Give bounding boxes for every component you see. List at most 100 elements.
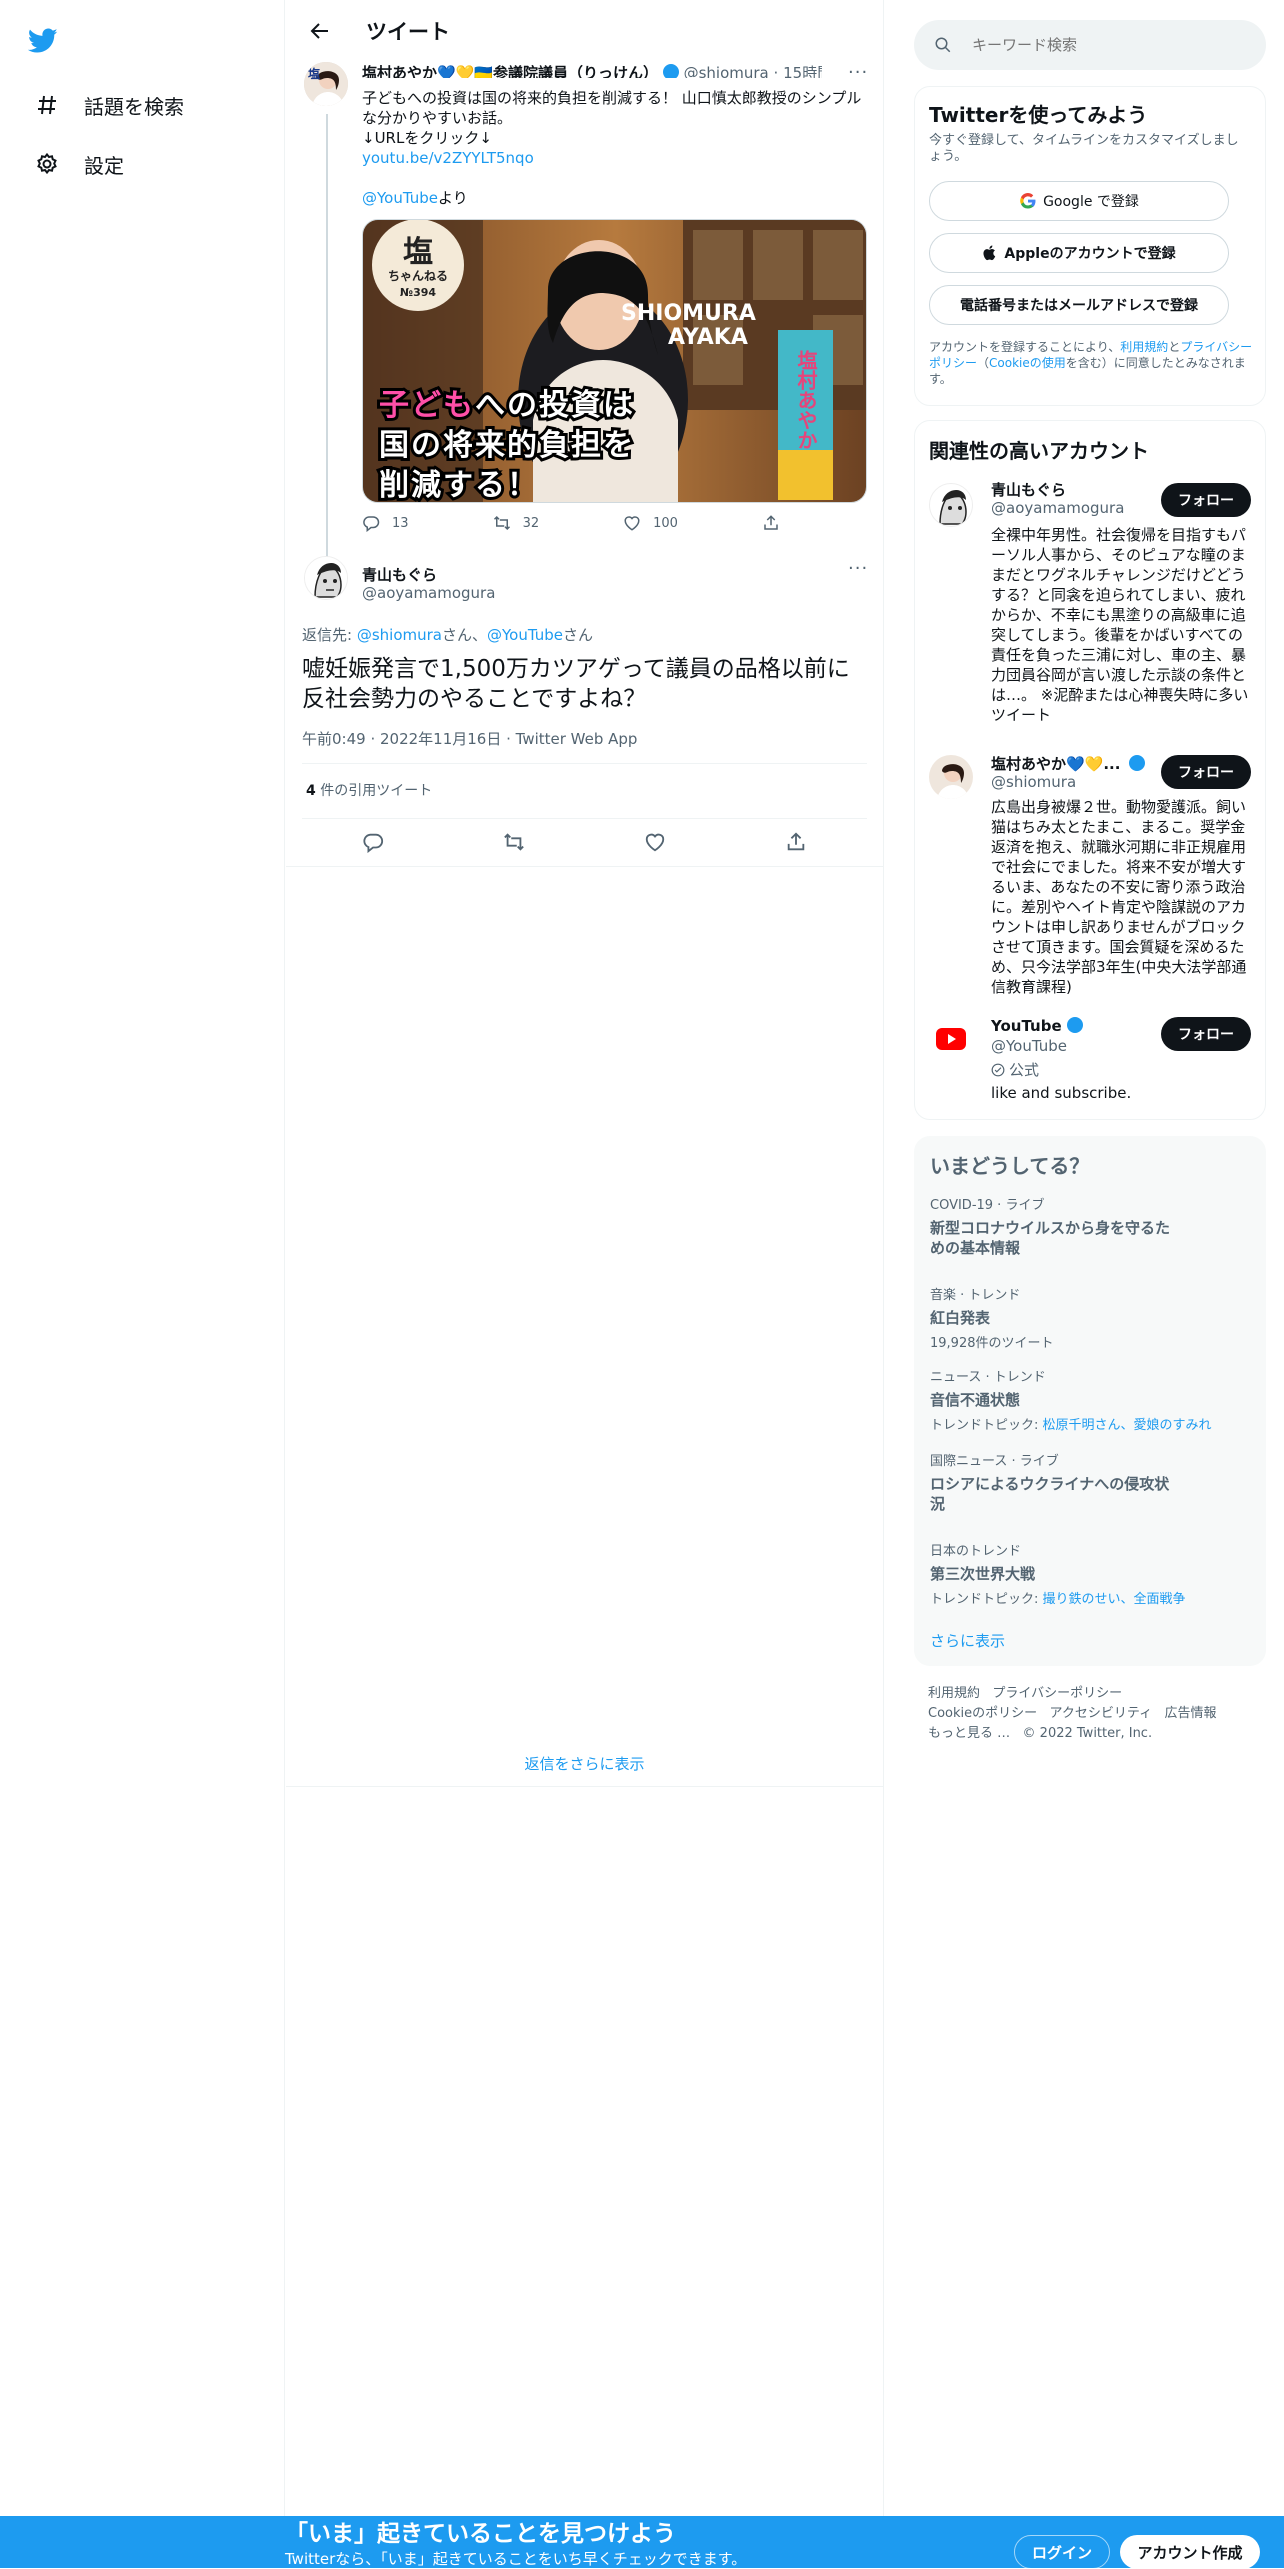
google-signup-button[interactable]: Google で登録 [929,181,1229,221]
search-input[interactable] [972,36,1232,54]
trend-item[interactable]: COVID-19 · ライブ 新型コロナウイルスから身を守るための基本情報 [930,1198,1250,1258]
trend-item[interactable]: 音楽 · トレンド 紅白発表 19,928件のツイート [930,1288,1250,1351]
avatar[interactable] [929,483,973,527]
show-more-replies-link[interactable]: 返信をさらに表示 [286,1740,883,1786]
author-name[interactable]: 青山もぐら [362,564,437,585]
tweet-text: 嘘妊娠発言で1,500万カツアゲって議員の品格以前に反社会勢力のやることですよね… [302,656,850,712]
check-circle-icon [991,1063,1005,1076]
account-name: YouTube [991,1017,1083,1035]
account-name-text: 塩村あやか💙💛... [991,755,1121,773]
follow-button[interactable]: フォロー [1161,483,1251,517]
follow-button[interactable]: フォロー [1161,1017,1251,1051]
retweet-icon[interactable] [503,831,525,853]
media-badge-top: 塩 [403,235,433,270]
phone-email-signup-button[interactable]: 電話番号またはメールアドレスで登録 [929,285,1229,325]
media-name-en1: SHIOMURA [621,301,756,326]
trend-count: 19,928件のツイート [930,1336,1054,1351]
trend-topics-prefix: トレンドトピック: [930,1418,1043,1433]
footer-link[interactable]: 利用規約 [928,1686,980,1701]
media-caption-pink: 子ども [379,388,475,423]
show-more-trends-link[interactable]: さらに表示 [930,1630,1005,1651]
nav-item-explore[interactable]: 話題を検索 [30,80,184,130]
mention-link[interactable]: @shiomura [357,626,442,644]
terms-link[interactable]: 利用規約 [1120,340,1168,354]
account-name: 塩村あやか💙💛... [991,753,1141,774]
share-button[interactable] [762,514,792,532]
related-account[interactable]: 塩村あやか💙💛... @shiomura フォロー 広島出身被爆２世。動物愛護派… [915,751,1267,1001]
google-icon [1020,193,1036,209]
footer-more-link[interactable]: もっと見る … [928,1726,1010,1741]
svg-text:子どもへの投資は: 子どもへの投資は [379,388,635,423]
tweet-author-row: 塩村あやか💙💛🇺🇦参議院議員（りっけん） @shiomura · 15時間 [362,64,822,78]
apple-signup-button[interactable]: Appleのアカウントで登録 [929,233,1229,273]
account-handle: @aoyamamogura [991,499,1125,517]
search-bar[interactable] [914,20,1266,70]
mention-link[interactable]: @YouTube [362,189,438,207]
avatar[interactable]: 塩 [304,62,348,106]
divider [286,866,883,867]
login-button[interactable]: ログイン [1014,2535,1110,2569]
reply-to-prefix: 返信先: [302,626,357,644]
related-account[interactable]: 青山もぐら @aoyamamogura フォロー 全裸中年男性。社会復帰を目指す… [915,477,1267,727]
author-handle[interactable]: @shiomura [684,64,769,78]
like-count: 100 [653,515,678,531]
page-header: ツイート [286,0,883,62]
quote-label: 件の引用ツイート [320,783,433,799]
signup-button[interactable]: アカウント作成 [1120,2535,1260,2569]
trend-name: 第三次世界大戦 [930,1565,1036,1583]
tweet-timestamp[interactable]: 午前0:49 · 2022年11月16日 · Twitter Web App [302,728,637,749]
media-caption-line3: 削減する！ [379,468,539,503]
more-icon[interactable]: ··· [848,62,868,83]
footer-link[interactable]: 広告情報 [1165,1706,1217,1721]
trend-category: 日本のトレンド [930,1544,1022,1559]
like-button[interactable]: 100 [623,514,678,532]
media-badge-no: №394 [400,286,437,299]
footer-link[interactable]: プライバシーポリシー [992,1686,1122,1701]
trend-item[interactable]: 日本のトレンド 第三次世界大戦 トレンドトピック: 撮り鉄のせい、全面戦争 [930,1544,1250,1607]
footer-link[interactable]: Cookieのポリシー [928,1706,1037,1721]
youtube-logo-icon[interactable] [929,1017,973,1061]
signup-panel: Twitterを使ってみよう 今すぐ登録して、タイムラインをカスタマイズしましょ… [914,86,1266,406]
svg-text:塩: 塩 [308,66,320,81]
avatar[interactable] [929,755,973,799]
official-text: 公式 [1009,1061,1040,1079]
back-arrow-icon[interactable] [300,11,340,51]
hashtag-icon [30,88,64,122]
trend-item[interactable]: ニュース · トレンド 音信不通状態 トレンドトピック: 松原千明さん、愛娘のす… [930,1370,1250,1433]
trend-topics-prefix: トレンドトピック: [930,1592,1043,1607]
terms-text: アカウントを登録することにより、 [929,340,1121,354]
related-account[interactable]: YouTube @YouTube 公式 フォロー like and subscr… [915,1017,1267,1107]
verified-badge-icon [662,64,679,78]
avatar[interactable] [304,556,348,600]
quote-tweets-link[interactable]: 4 件の引用ツイート [306,780,432,800]
main-column: ツイート 塩 塩村あやか💙💛🇺🇦参議院議員（りっけん） @shiomura · … [286,0,884,2568]
retweet-count: 32 [522,515,540,531]
signup-subtitle: 今すぐ登録して、タイムラインをカスタマイズしましょう。 [929,133,1239,164]
follow-button[interactable]: フォロー [1161,755,1251,789]
reply-icon[interactable] [362,831,384,853]
mention-link[interactable]: @YouTube [487,626,563,644]
twitter-logo-icon[interactable] [27,28,72,68]
trend-name: ロシアによるウクライナへの侵攻状況 [930,1475,1170,1513]
author-name[interactable]: 塩村あやか💙💛🇺🇦参議院議員（りっけん） [362,64,658,78]
tweet-link[interactable]: youtu.be/v2ZYYLT5nqo [362,148,867,168]
account-handle: @shiomura [991,773,1077,791]
tweet-media-image[interactable]: 塩 ちゃんねる №394 SHIOMURA AYAKA 塩村あやか 子どもへの投… [362,219,867,503]
nav-item-settings[interactable]: 設定 [30,139,124,189]
heart-icon[interactable] [644,831,666,853]
tweet-time[interactable]: 15時間 [783,64,822,78]
more-icon[interactable]: ··· [848,558,868,579]
trend-name: 紅白発表 [930,1309,991,1327]
share-icon[interactable] [785,831,807,853]
reply-button[interactable]: 13 [362,514,409,532]
trend-name: 音信不通状態 [930,1391,1021,1409]
trend-topic-link[interactable]: 撮り鉄のせい、全面戦争 [1043,1592,1186,1607]
retweet-button[interactable]: 32 [493,514,540,532]
trend-item[interactable]: 国際ニュース · ライブ ロシアによるウクライナへの侵攻状況 [930,1454,1250,1514]
trend-topic-link[interactable]: 松原千明さん、愛娘のすみれ [1043,1418,1212,1433]
cookie-link[interactable]: Cookieの使用 [989,356,1066,370]
author-handle[interactable]: @aoyamamogura [362,584,495,602]
parent-tweet[interactable]: 塩 塩村あやか💙💛🇺🇦参議院議員（りっけん） @shiomura · 15時間 … [286,62,883,594]
account-bio: 全裸中年男性。社会復帰を目指すもパーソル人事から、そのピュアな瞳のままだとワグネ… [991,526,1249,724]
footer-link[interactable]: アクセシビリティ [1050,1706,1153,1721]
